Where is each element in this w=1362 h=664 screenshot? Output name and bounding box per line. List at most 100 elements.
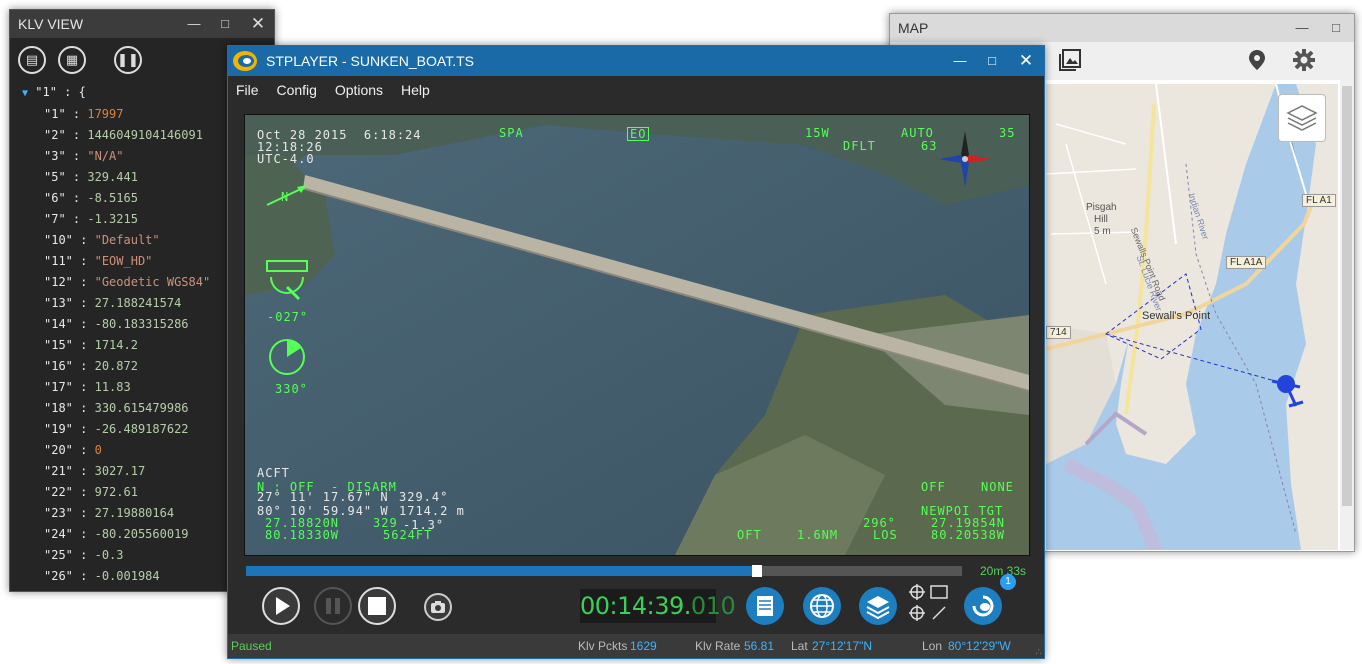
- menu-options[interactable]: Options: [335, 82, 383, 98]
- map-icon[interactable]: ▦: [58, 46, 86, 74]
- klv-row-key: "24" :: [44, 527, 88, 541]
- hud-tilt: -027°: [267, 310, 309, 324]
- klv-row-value: -26.489187622: [94, 422, 189, 436]
- klv-row-key: "3" :: [44, 149, 81, 163]
- hud-tgt-lon: 80.20538W: [931, 528, 1006, 542]
- resize-grip-icon[interactable]: ∴: [1036, 648, 1042, 658]
- klv-row-value: -1.3215: [87, 212, 138, 226]
- close-icon[interactable]: ✕: [242, 10, 274, 38]
- save-icon[interactable]: ▤: [18, 46, 46, 74]
- timecode-frac: 010: [690, 592, 736, 620]
- hud-dflt: DFLT: [843, 139, 876, 153]
- hud-none: NONE: [981, 480, 1014, 494]
- klv-row-value: 1446049104146091: [87, 128, 203, 142]
- hud-altitude: 1714.2 m: [399, 504, 465, 518]
- status-klv-pckts: 1629: [630, 639, 657, 653]
- snapshot-button[interactable]: [424, 593, 452, 621]
- klv-row-value: 0: [94, 443, 102, 457]
- klv-root-key: "1" : {: [35, 85, 86, 99]
- minimize-icon[interactable]: —: [1286, 14, 1318, 42]
- timecode-display: 00:14:39.010: [580, 589, 736, 623]
- menu-file[interactable]: File: [236, 82, 259, 98]
- klv-title: KLV VIEW: [18, 16, 84, 32]
- hud-eo: EO: [627, 127, 650, 141]
- klv-row-key: "19" :: [44, 422, 88, 436]
- klv-row-value: "Default": [94, 233, 160, 247]
- progress-bar[interactable]: [246, 565, 962, 577]
- play-icon: [276, 597, 290, 615]
- status-bar: Paused Klv Pckts 1629 Klv Rate 56.81 Lat…: [228, 634, 1044, 658]
- klv-row-key: "16" :: [44, 359, 88, 373]
- klv-row-key: "11" :: [44, 254, 88, 268]
- minimize-icon[interactable]: —: [944, 46, 976, 76]
- play-button[interactable]: [262, 587, 300, 625]
- klv-row-value: "EOW_HD": [94, 254, 153, 268]
- klv-row-value: -80.183315286: [94, 317, 189, 331]
- klv-list-button[interactable]: [746, 587, 784, 625]
- stream-button[interactable]: [964, 587, 1002, 625]
- hud-lon-dec: 80.18330W: [265, 528, 340, 542]
- menu-help[interactable]: Help: [401, 82, 430, 98]
- status-klv-rate: 56.81: [744, 639, 775, 653]
- map-label-sewalls-point: Sewall's Point: [1142, 310, 1211, 322]
- klv-row-key: "7" :: [44, 212, 81, 226]
- hud-fov: 15W: [805, 126, 830, 140]
- hud-spa: SPA: [499, 126, 524, 140]
- pause-icon[interactable]: ❚❚: [114, 46, 142, 74]
- layers-button[interactable]: [859, 587, 897, 625]
- map-label-road-714: 714: [1046, 326, 1071, 339]
- status-klv-rate-label: Klv Rate: [695, 639, 741, 653]
- klv-row-value: -0.001984: [94, 569, 160, 583]
- hud-distance: 1.6NM: [797, 528, 839, 542]
- klv-row-value: 972.61: [94, 485, 138, 499]
- map-globe-button[interactable]: [803, 587, 841, 625]
- minimize-icon[interactable]: —: [178, 10, 210, 38]
- klv-row-value: -0.3: [94, 548, 124, 562]
- klv-row-key: "20" :: [44, 443, 88, 457]
- timecode-main: 00:14:39.: [580, 592, 691, 620]
- gimbal-tilt-icon: [266, 260, 308, 301]
- klv-title-bar[interactable]: KLV VIEW — □ ✕: [10, 10, 274, 38]
- menu-config[interactable]: Config: [276, 82, 316, 98]
- gear-icon[interactable]: [1292, 48, 1316, 72]
- pause-button[interactable]: [314, 587, 352, 625]
- overlay-tools-icon[interactable]: [907, 583, 951, 623]
- map-title-bar[interactable]: MAP — □: [890, 14, 1354, 42]
- status-lat-label: Lat: [791, 639, 808, 653]
- hud-auto-value: 35: [999, 126, 1016, 140]
- klv-row-key: "6" :: [44, 191, 81, 205]
- klv-row-key: "14" :: [44, 317, 88, 331]
- refresh-swirl-icon: [972, 595, 994, 617]
- klv-row-key: "26" :: [44, 569, 88, 583]
- pause-icon: [326, 598, 340, 614]
- klv-row-key: "22" :: [44, 485, 88, 499]
- video-frame[interactable]: Oct 28 2015 6:18:24 12:18:26 UTC-4.0 SPA…: [244, 114, 1030, 556]
- map-canvas[interactable]: Pisgah Hill 5 m Sewalls Point Road India…: [1046, 84, 1338, 550]
- stop-button[interactable]: [358, 587, 396, 625]
- maximize-icon[interactable]: □: [976, 46, 1008, 76]
- map-label-pisgah: Pisgah: [1086, 202, 1117, 213]
- maximize-icon[interactable]: □: [1320, 14, 1352, 42]
- progress-thumb[interactable]: [752, 565, 763, 577]
- map-label-hill-height: 5 m: [1094, 226, 1111, 237]
- map-scrollbar[interactable]: [1340, 80, 1354, 550]
- klv-row-key: "12" :: [44, 275, 88, 289]
- map-scroll-thumb[interactable]: [1342, 86, 1352, 506]
- klv-row-key: "25" :: [44, 548, 88, 562]
- klv-row-key: "15" :: [44, 338, 88, 352]
- image-gallery-icon[interactable]: [1058, 48, 1082, 72]
- hud-lat-dms: 27° 11' 17.67" N: [257, 490, 389, 504]
- close-icon[interactable]: ✕: [1010, 46, 1042, 76]
- layers-icon: [1286, 105, 1318, 131]
- layers-button[interactable]: [1278, 94, 1326, 142]
- klv-row-value: 20.872: [94, 359, 138, 373]
- klv-row-value: 27.188241574: [94, 296, 182, 310]
- status-lat: 27°12'17"N: [812, 639, 873, 653]
- location-pin-icon[interactable]: [1246, 48, 1268, 72]
- status-klv-pckts-label: Klv Pckts: [578, 639, 628, 653]
- player-title-bar[interactable]: STPLAYER - SUNKEN_BOAT.TS — □ ✕: [228, 46, 1044, 76]
- klv-row-value: "Geodetic WGS84": [94, 275, 211, 289]
- maximize-icon[interactable]: □: [209, 10, 241, 38]
- expand-triangle-icon[interactable]: ▼: [22, 88, 28, 99]
- globe-icon: [810, 594, 834, 618]
